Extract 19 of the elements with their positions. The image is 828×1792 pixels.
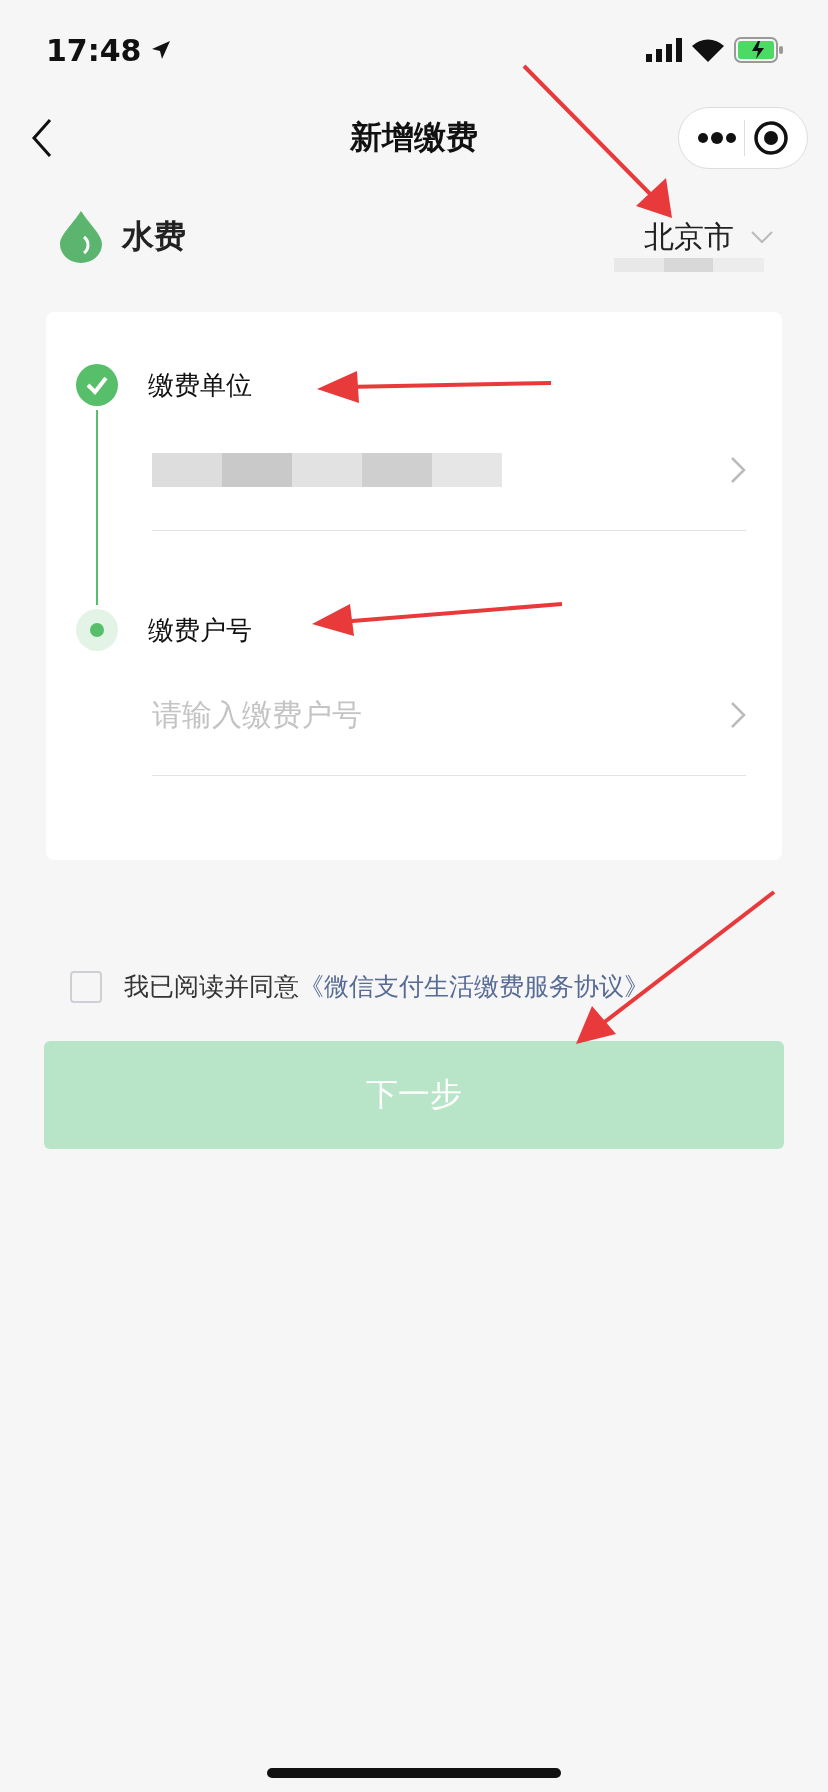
clock-time: 17:48 (46, 32, 142, 68)
agreement-checkbox[interactable] (70, 970, 102, 1003)
close-icon[interactable] (753, 120, 790, 156)
category-name: 水费 (122, 216, 186, 257)
city-selector[interactable]: 北京市 (644, 216, 774, 258)
step-title: 缴费户号 (148, 613, 252, 647)
battery-icon (734, 37, 784, 63)
chevron-down-icon (750, 230, 774, 244)
chevron-right-icon (730, 456, 746, 484)
step-title: 缴费单位 (148, 368, 252, 402)
back-icon[interactable] (30, 118, 54, 158)
agreement-link[interactable]: 《微信支付生活缴费服务协议》 (299, 972, 649, 1001)
signal-icon (646, 38, 682, 62)
more-icon[interactable] (696, 132, 737, 144)
chevron-right-icon (730, 701, 746, 729)
page-title: 新增缴费 (350, 118, 478, 156)
wifi-icon (692, 38, 724, 62)
water-drop-icon (60, 211, 102, 263)
agreement-text: 我已阅读并同意《微信支付生活缴费服务协议》 (124, 971, 649, 1003)
